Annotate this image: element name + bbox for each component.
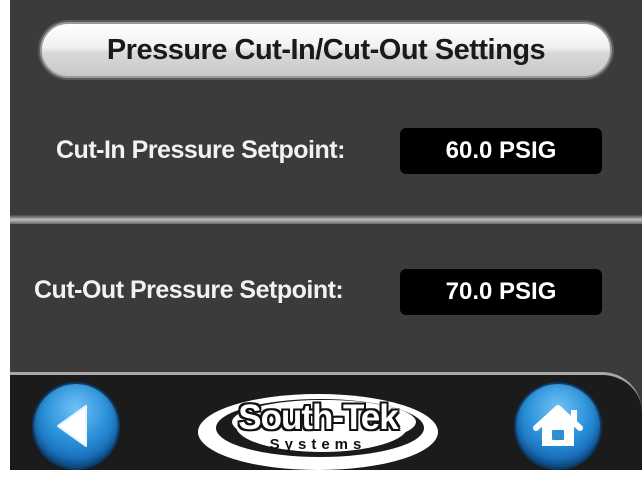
logo-brand-text: South-Tek bbox=[238, 398, 399, 437]
section-divider bbox=[10, 214, 642, 224]
screen: Pressure Cut-In/Cut-Out Settings Cut-In … bbox=[0, 0, 642, 489]
left-arrow-icon bbox=[57, 405, 87, 447]
cut-in-pressure-value-field[interactable]: 60.0 PSIG bbox=[400, 128, 602, 174]
cut-out-pressure-value-field[interactable]: 70.0 PSIG bbox=[400, 269, 602, 315]
south-tek-logo: South-Tek Systems bbox=[192, 388, 444, 472]
cut-out-pressure-label: Cut-Out Pressure Setpoint: bbox=[34, 276, 344, 304]
logo-sub-text: Systems bbox=[269, 436, 367, 453]
cut-in-pressure-label: Cut-In Pressure Setpoint: bbox=[56, 136, 345, 164]
back-button[interactable] bbox=[34, 384, 118, 468]
pressure-settings-title-button[interactable]: Pressure Cut-In/Cut-Out Settings bbox=[40, 22, 612, 78]
home-icon bbox=[533, 405, 583, 446]
home-button[interactable] bbox=[516, 384, 600, 468]
